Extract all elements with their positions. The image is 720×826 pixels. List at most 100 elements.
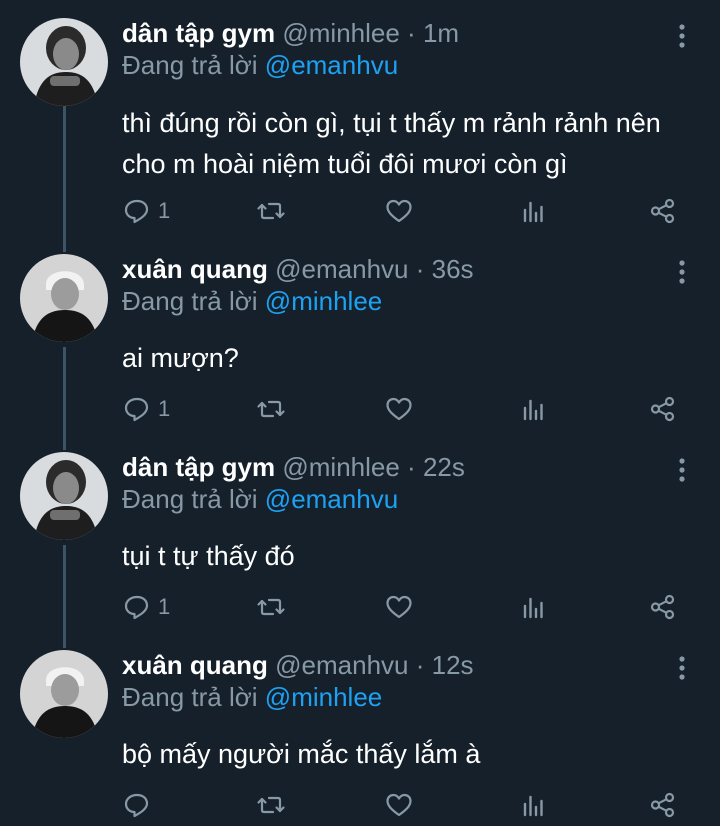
- like-button[interactable]: [384, 788, 414, 822]
- profile-photo-icon: [20, 254, 108, 342]
- avatar[interactable]: [20, 452, 108, 540]
- heart-icon: [386, 397, 412, 421]
- tweet-text: tụi t tự thấy đó: [122, 541, 295, 571]
- reply-count: 1: [158, 594, 171, 619]
- tweet[interactable]: xuân quang @emanhvu · 36s Đang trả lời @…: [0, 254, 720, 426]
- more-button[interactable]: [668, 258, 696, 286]
- analytics-button[interactable]: [518, 590, 548, 624]
- retweet-icon: [257, 598, 285, 616]
- reply-button[interactable]: 1: [122, 392, 170, 426]
- more-button[interactable]: [668, 654, 696, 682]
- heart-icon: [386, 199, 412, 223]
- more-vertical-icon: [679, 458, 685, 482]
- analytics-button[interactable]: [518, 194, 548, 228]
- timestamp[interactable]: 36s: [432, 254, 474, 284]
- timestamp[interactable]: 1m: [423, 18, 459, 48]
- share-button[interactable]: [648, 194, 678, 228]
- reply-icon: [124, 595, 149, 620]
- tweet-text: ai mượn?: [122, 343, 239, 373]
- tweet[interactable]: dân tập gym @minhlee · 22s Đang trả lời …: [0, 452, 720, 624]
- replying-to-label: Đang trả lời: [122, 50, 258, 80]
- display-name[interactable]: dân tập gym: [122, 18, 275, 48]
- retweet-button[interactable]: [256, 392, 286, 426]
- replying-to: Đang trả lời @emanhvu: [122, 50, 398, 80]
- retweet-button[interactable]: [256, 194, 286, 228]
- tweet-header: xuân quang @emanhvu · 12s: [122, 650, 474, 680]
- share-icon: [650, 594, 675, 620]
- analytics-icon: [523, 201, 543, 223]
- analytics-icon: [523, 795, 543, 817]
- meta-separator: ·: [408, 254, 432, 284]
- replying-to-handle[interactable]: @minhlee: [265, 682, 382, 712]
- more-vertical-icon: [679, 656, 685, 680]
- profile-photo-icon: [20, 452, 108, 540]
- avatar[interactable]: [20, 254, 108, 342]
- handle[interactable]: @minhlee: [282, 452, 399, 482]
- analytics-button[interactable]: [518, 788, 548, 822]
- reply-icon: [124, 793, 149, 818]
- tweet-actions: 1: [122, 194, 692, 228]
- retweet-button[interactable]: [256, 590, 286, 624]
- reply-button[interactable]: 1: [122, 590, 170, 624]
- like-button[interactable]: [384, 392, 414, 426]
- replying-to-handle[interactable]: @minhlee: [265, 286, 382, 316]
- heart-icon: [386, 595, 412, 619]
- share-button[interactable]: [648, 788, 678, 822]
- avatar[interactable]: [20, 650, 108, 738]
- meta-separator: ·: [399, 452, 423, 482]
- more-button[interactable]: [668, 456, 696, 484]
- avatar[interactable]: [20, 18, 108, 106]
- tweet-header: dân tập gym @minhlee · 22s: [122, 452, 465, 482]
- tweet-actions: 1: [122, 392, 692, 426]
- replying-to-label: Đang trả lời: [122, 682, 258, 712]
- reply-icon: [124, 397, 149, 422]
- reply-button[interactable]: 1: [122, 194, 170, 228]
- profile-photo-icon: [20, 650, 108, 738]
- meta-separator: ·: [408, 650, 432, 680]
- more-vertical-icon: [679, 260, 685, 284]
- display-name[interactable]: xuân quang: [122, 650, 268, 680]
- retweet-icon: [257, 400, 285, 418]
- handle[interactable]: @minhlee: [282, 18, 399, 48]
- replying-to: Đang trả lời @minhlee: [122, 286, 382, 316]
- share-icon: [650, 396, 675, 422]
- tweet-header: xuân quang @emanhvu · 36s: [122, 254, 474, 284]
- share-button[interactable]: [648, 590, 678, 624]
- handle[interactable]: @emanhvu: [275, 650, 408, 680]
- analytics-button[interactable]: [518, 392, 548, 426]
- replying-to-handle[interactable]: @emanhvu: [265, 50, 398, 80]
- meta-separator: ·: [399, 18, 423, 48]
- more-vertical-icon: [679, 24, 685, 48]
- share-button[interactable]: [648, 392, 678, 426]
- retweet-button[interactable]: [256, 788, 286, 822]
- retweet-icon: [257, 202, 285, 220]
- retweet-icon: [257, 796, 285, 814]
- replying-to-label: Đang trả lời: [122, 484, 258, 514]
- reply-count: 1: [158, 198, 171, 223]
- analytics-icon: [523, 399, 543, 421]
- like-button[interactable]: [384, 194, 414, 228]
- reply-button[interactable]: [122, 788, 158, 822]
- tweet-text: thì đúng rồi còn gì, tụi t thấy m rảnh r…: [122, 108, 661, 179]
- display-name[interactable]: dân tập gym: [122, 452, 275, 482]
- heart-icon: [386, 793, 412, 817]
- display-name[interactable]: xuân quang: [122, 254, 268, 284]
- tweet-header: dân tập gym @minhlee · 1m: [122, 18, 459, 48]
- replying-to-handle[interactable]: @emanhvu: [265, 484, 398, 514]
- like-button[interactable]: [384, 590, 414, 624]
- analytics-icon: [523, 597, 543, 619]
- share-icon: [650, 198, 675, 224]
- handle[interactable]: @emanhvu: [275, 254, 408, 284]
- timestamp[interactable]: 12s: [432, 650, 474, 680]
- tweet[interactable]: xuân quang @emanhvu · 12s Đang trả lời @…: [0, 650, 720, 822]
- replying-to: Đang trả lời @emanhvu: [122, 484, 398, 514]
- tweet[interactable]: dân tập gym @minhlee · 1m Đang trả lời @…: [0, 18, 720, 228]
- replying-to-label: Đang trả lời: [122, 286, 258, 316]
- tweet-actions: [122, 788, 692, 822]
- reply-count: 1: [158, 396, 171, 421]
- share-icon: [650, 792, 675, 818]
- timestamp[interactable]: 22s: [423, 452, 465, 482]
- replying-to: Đang trả lời @minhlee: [122, 682, 382, 712]
- profile-photo-icon: [20, 18, 108, 106]
- more-button[interactable]: [668, 22, 696, 50]
